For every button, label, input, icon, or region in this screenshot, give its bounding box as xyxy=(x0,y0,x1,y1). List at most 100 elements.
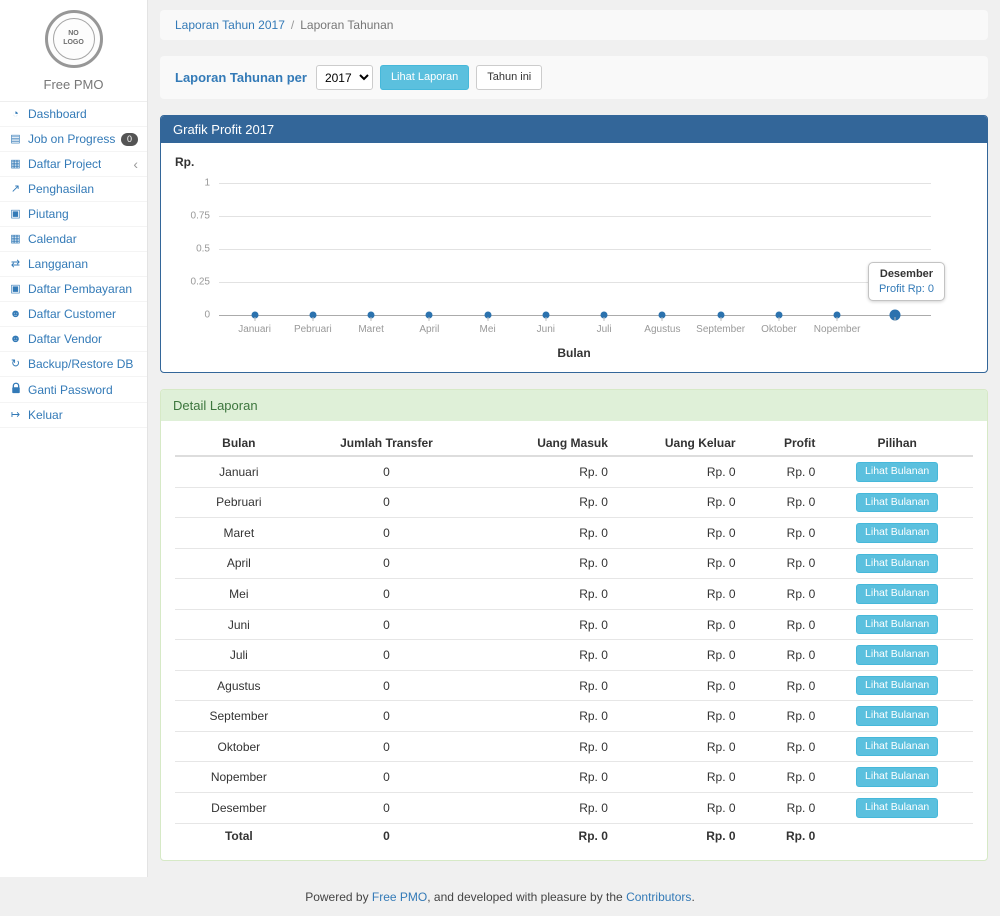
sidebar-item-label: Daftar Customer xyxy=(28,307,116,321)
lihat-bulanan-button[interactable]: Lihat Bulanan xyxy=(856,706,938,726)
lihat-bulanan-button[interactable]: Lihat Bulanan xyxy=(856,737,938,757)
table-row: Mei0Rp. 0Rp. 0Rp. 0Lihat Bulanan xyxy=(175,579,973,610)
cell-jumlah-transfer: 0 xyxy=(303,793,471,824)
cell-uang-keluar: Rp. 0 xyxy=(614,518,742,549)
x-tick-mark xyxy=(487,317,488,321)
col-header-profit: Profit xyxy=(742,431,822,456)
breadcrumb-current: Laporan Tahunan xyxy=(300,18,393,32)
sidebar-item-ganti-password[interactable]: Ganti Password xyxy=(0,377,147,403)
y-tick-label: 0.5 xyxy=(196,244,210,255)
table-row: September0Rp. 0Rp. 0Rp. 0Lihat Bulanan xyxy=(175,701,973,732)
lihat-bulanan-button[interactable]: Lihat Bulanan xyxy=(856,676,938,696)
cell-uang-masuk: Rp. 0 xyxy=(470,609,614,640)
y-tick-label: 0 xyxy=(204,310,210,321)
cell-pilihan: Lihat Bulanan xyxy=(821,456,973,487)
sign-out-icon: ↦ xyxy=(9,410,22,421)
cell-uang-keluar: Rp. 0 xyxy=(614,731,742,762)
lihat-bulanan-button[interactable]: Lihat Bulanan xyxy=(856,767,938,787)
sidebar-item-job-on-progress[interactable]: ▤Job on Progress0 xyxy=(0,127,147,152)
lihat-bulanan-button[interactable]: Lihat Bulanan xyxy=(856,523,938,543)
cell-profit: Rp. 0 xyxy=(742,456,822,487)
sidebar-item-penghasilan[interactable]: ↗Penghasilan xyxy=(0,177,147,202)
filter-label: Laporan Tahunan per xyxy=(175,70,307,85)
cell-uang-masuk: Rp. 0 xyxy=(470,487,614,518)
x-tick-label: Pebruari xyxy=(294,324,332,335)
cell-bulan: Juli xyxy=(175,640,303,671)
cell-profit: Rp. 0 xyxy=(742,518,822,549)
sidebar-item-label: Dashboard xyxy=(28,107,87,121)
sidebar-item-label: Daftar Pembayaran xyxy=(28,282,132,296)
lihat-bulanan-button[interactable]: Lihat Bulanan xyxy=(856,645,938,665)
sidebar-item-piutang[interactable]: ▣Piutang xyxy=(0,202,147,227)
col-header-bulan: Bulan xyxy=(175,431,303,456)
lihat-bulanan-button[interactable]: Lihat Bulanan xyxy=(856,462,938,482)
year-select[interactable]: 2017 xyxy=(316,65,373,90)
cell-bulan: Maret xyxy=(175,518,303,549)
total-row: Total 0 Rp. 0 Rp. 0 Rp. 0 xyxy=(175,823,973,848)
contributors-link[interactable]: Contributors xyxy=(626,890,691,904)
cell-uang-keluar: Rp. 0 xyxy=(614,456,742,487)
sidebar-item-daftar-vendor[interactable]: ☻Daftar Vendor xyxy=(0,327,147,352)
logo-text: NO LOGO xyxy=(53,18,95,60)
x-tick-label: September xyxy=(696,324,745,335)
breadcrumb-link[interactable]: Laporan Tahun 2017 xyxy=(175,18,285,32)
report-table: Bulan Jumlah Transfer Uang Masuk Uang Ke… xyxy=(175,431,973,848)
lock-icon xyxy=(9,382,22,397)
money-icon: ▣ xyxy=(9,209,22,220)
cell-jumlah-transfer: 0 xyxy=(303,456,471,487)
x-tick-mark xyxy=(254,317,255,321)
cell-uang-keluar: Rp. 0 xyxy=(614,548,742,579)
sidebar-item-daftar-pembayaran[interactable]: ▣Daftar Pembayaran xyxy=(0,277,147,302)
sidebar-item-daftar-project[interactable]: ▦Daftar Project‹ xyxy=(0,152,147,177)
cell-jumlah-transfer: 0 xyxy=(303,609,471,640)
col-header-jumlah-transfer: Jumlah Transfer xyxy=(303,431,471,456)
sidebar-item-calendar[interactable]: ▦Calendar xyxy=(0,227,147,252)
table-row: Juli0Rp. 0Rp. 0Rp. 0Lihat Bulanan xyxy=(175,640,973,671)
sidebar-item-backup-restore-db[interactable]: ↻Backup/Restore DB xyxy=(0,352,147,377)
cell-uang-masuk: Rp. 0 xyxy=(470,640,614,671)
sidebar-item-dashboard[interactable]: ◔Dashboard xyxy=(0,102,147,127)
sidebar-item-label: Daftar Project xyxy=(28,157,101,171)
lihat-bulanan-button[interactable]: Lihat Bulanan xyxy=(856,798,938,818)
lihat-laporan-button[interactable]: Lihat Laporan xyxy=(380,65,469,89)
cell-uang-keluar: Rp. 0 xyxy=(614,670,742,701)
cell-bulan: Nopember xyxy=(175,762,303,793)
chart-tooltip: Desember Profit Rp: 0 xyxy=(868,262,945,301)
y-tick-label: 0.25 xyxy=(191,277,210,288)
col-header-uang-keluar: Uang Keluar xyxy=(614,431,742,456)
lihat-bulanan-button[interactable]: Lihat Bulanan xyxy=(856,615,938,635)
sidebar-item-label: Backup/Restore DB xyxy=(28,357,133,371)
cell-pilihan: Lihat Bulanan xyxy=(821,487,973,518)
lihat-bulanan-button[interactable]: Lihat Bulanan xyxy=(856,554,938,574)
lihat-bulanan-button[interactable]: Lihat Bulanan xyxy=(856,584,938,604)
line-chart-icon: ↗ xyxy=(9,184,22,195)
cell-profit: Rp. 0 xyxy=(742,640,822,671)
x-tick-mark xyxy=(837,317,838,321)
free-pmo-link[interactable]: Free PMO xyxy=(372,890,427,904)
detail-panel-body: Bulan Jumlah Transfer Uang Masuk Uang Ke… xyxy=(161,421,987,860)
detail-panel-title: Detail Laporan xyxy=(161,390,987,421)
calendar-icon: ▦ xyxy=(9,234,22,245)
gridline xyxy=(219,216,931,217)
tahun-ini-button[interactable]: Tahun ini xyxy=(476,65,542,89)
chart-panel-title: Grafik Profit 2017 xyxy=(161,116,987,143)
cell-jumlah-transfer: 0 xyxy=(303,731,471,762)
x-tick-mark xyxy=(371,317,372,321)
sidebar-item-langganan[interactable]: ⇄Langganan xyxy=(0,252,147,277)
lihat-bulanan-button[interactable]: Lihat Bulanan xyxy=(856,493,938,513)
chevron-left-icon: ‹ xyxy=(133,157,138,171)
cell-uang-masuk: Rp. 0 xyxy=(470,701,614,732)
cell-jumlah-transfer: 0 xyxy=(303,762,471,793)
sidebar: NO LOGO Free PMO ◔Dashboard▤Job on Progr… xyxy=(0,0,148,877)
x-axis-labels: JanuariPebruariMaretAprilMeiJuniJuliAgus… xyxy=(219,324,931,337)
sidebar-item-label: Keluar xyxy=(28,408,63,422)
users-icon: ☻ xyxy=(9,334,22,345)
total-label: Total xyxy=(175,823,303,848)
cell-uang-masuk: Rp. 0 xyxy=(470,548,614,579)
y-tick-label: 0.75 xyxy=(191,211,210,222)
table-row: Januari0Rp. 0Rp. 0Rp. 0Lihat Bulanan xyxy=(175,456,973,487)
sidebar-item-keluar[interactable]: ↦ Keluar xyxy=(0,403,147,428)
table-row: Agustus0Rp. 0Rp. 0Rp. 0Lihat Bulanan xyxy=(175,670,973,701)
sidebar-item-daftar-customer[interactable]: ☻Daftar Customer xyxy=(0,302,147,327)
table-header-row: Bulan Jumlah Transfer Uang Masuk Uang Ke… xyxy=(175,431,973,456)
